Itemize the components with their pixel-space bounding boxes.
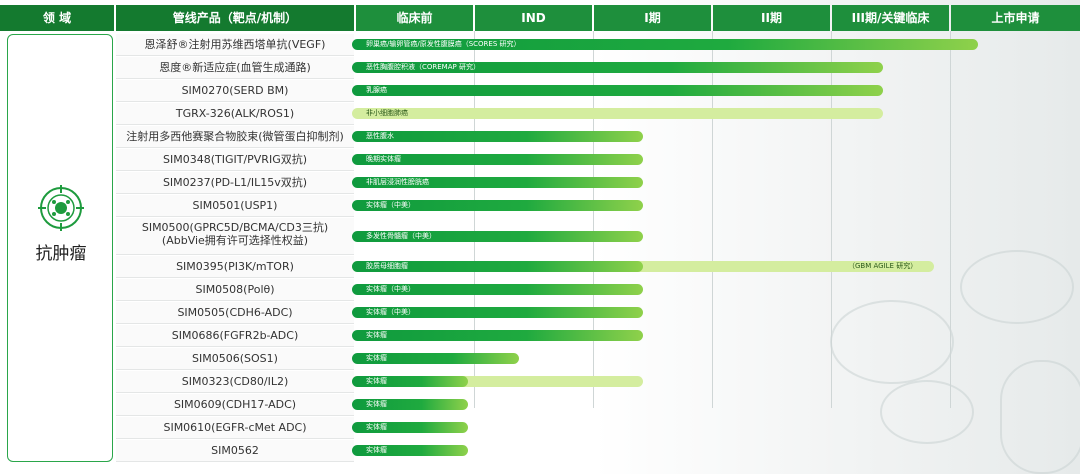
product-name: SIM0505(CDH6-ADC): [116, 306, 354, 319]
indication-label: 非小细胞肺癌: [366, 109, 408, 117]
header-product: 管线产品（靶点/机制）: [116, 5, 354, 31]
product-name: 恩泽舒®注射用苏维西塔单抗(VEGF): [116, 38, 354, 51]
product-name: SIM0395(PI3K/mTOR): [116, 260, 354, 273]
progress-bar: [352, 131, 643, 142]
product-name-line: SIM0237(PD-L1/IL15v双抗): [162, 176, 308, 189]
indication-label: 实体瘤（中美）: [366, 308, 415, 316]
product-name: SIM0348(TIGIT/PVRIG双抗): [116, 153, 354, 166]
product-name: SIM0237(PD-L1/IL15v双抗): [116, 176, 354, 189]
indication-label: 实体瘤: [366, 423, 387, 431]
indication-label: 胶质母细胞瘤: [366, 262, 408, 270]
product-name: SIM0501(USP1): [116, 199, 354, 212]
product-name: SIM0609(CDH17-ADC): [116, 398, 354, 411]
header-phase-1: I期: [594, 5, 711, 31]
header-domain: 领 域: [0, 5, 114, 31]
progress-bar: [352, 108, 883, 119]
product-name: SIM0610(EGFR-cMet ADC): [116, 421, 354, 434]
product-name-line: SIM0508(Polθ): [195, 283, 275, 296]
domain-label: 抗肿瘤: [35, 244, 87, 264]
indication-label: 实体瘤: [366, 377, 387, 385]
phase-divider: [950, 31, 951, 408]
indication-label: 实体瘤（中美）: [366, 285, 415, 293]
product-name-line: SIM0609(CDH17-ADC): [173, 398, 297, 411]
header-phase-3: III期/关键临床: [832, 5, 949, 31]
product-name-note: (AbbVie拥有许可选择性权益): [161, 234, 309, 247]
product-name: 恩度®新适应症(血管生成通路): [116, 61, 354, 74]
product-name-line: 恩泽舒®注射用苏维西塔单抗(VEGF): [144, 38, 326, 51]
header-phase-2: II期: [713, 5, 830, 31]
progress-bar: [352, 330, 643, 341]
indication-label: 恶性腹水: [366, 132, 394, 140]
indication-label: 实体瘤: [366, 354, 387, 362]
product-name-line: 恩度®新适应症(血管生成通路): [159, 61, 311, 74]
indication-label: 实体瘤: [366, 446, 387, 454]
product-name: SIM0323(CD80/IL2): [116, 375, 354, 388]
product-name-line: SIM0505(CDH6-ADC): [177, 306, 293, 319]
header-phase-ind: IND: [475, 5, 592, 31]
domain-panel: 抗肿瘤: [7, 34, 113, 462]
product-name-line: SIM0348(TIGIT/PVRIG双抗): [162, 153, 308, 166]
study-label: （GBM AGILE 研究）: [848, 262, 918, 270]
indication-label: 多发性骨髓瘤（中美）: [366, 232, 436, 240]
product-name-line: SIM0500(GPRC5D/BCMA/CD3三抗): [141, 221, 329, 234]
product-name: 注射用多西他赛聚合物胶束(微管蛋白抑制剂): [116, 130, 354, 143]
product-name: SIM0270(SERD BM): [116, 84, 354, 97]
product-name-line: SIM0395(PI3K/mTOR): [176, 260, 294, 273]
product-name: SIM0562: [116, 444, 354, 457]
product-name-line: SIM0506(SOS1): [192, 352, 278, 365]
product-name: SIM0686(FGFR2b-ADC): [116, 329, 354, 342]
progress-bar: [352, 85, 883, 96]
product-name-line: SIM0323(CD80/IL2): [181, 375, 289, 388]
header-phase-preclinical: 临床前: [356, 5, 473, 31]
header-phase-filing: 上市申请: [951, 5, 1080, 31]
indication-label: 非肌层浸润性膀胱癌: [366, 178, 429, 186]
product-name-line: SIM0270(SERD BM): [181, 84, 289, 97]
product-name-line: SIM0562: [211, 444, 259, 457]
indication-label: 乳腺癌: [366, 86, 387, 94]
product-name: SIM0500(GPRC5D/BCMA/CD3三抗) (AbbVie拥有许可选择性…: [116, 221, 354, 247]
indication-label: 实体瘤: [366, 331, 387, 339]
indication-label: 实体瘤: [366, 400, 387, 408]
product-name: SIM0506(SOS1): [116, 352, 354, 365]
product-name: SIM0508(Polθ): [116, 283, 354, 296]
indication-label: 实体瘤（中美）: [366, 201, 415, 209]
indication-label: 卵巢癌/输卵管癌/原发性腹膜癌（SCORES 研究）: [366, 40, 521, 48]
virus-target-icon: [38, 185, 84, 231]
product-name-line: SIM0501(USP1): [192, 199, 278, 212]
product-name-line: SIM0610(EGFR-cMet ADC): [163, 421, 307, 434]
indication-label: 晚期实体瘤: [366, 155, 401, 163]
product-name: TGRX-326(ALK/ROS1): [116, 107, 354, 120]
product-name-line: 注射用多西他赛聚合物胶束(微管蛋白抑制剂): [126, 130, 344, 143]
product-name-line: TGRX-326(ALK/ROS1): [175, 107, 295, 120]
indication-label: 恶性胸腹腔积液（COREMAP 研究）: [366, 63, 480, 71]
product-name-line: SIM0686(FGFR2b-ADC): [171, 329, 299, 342]
